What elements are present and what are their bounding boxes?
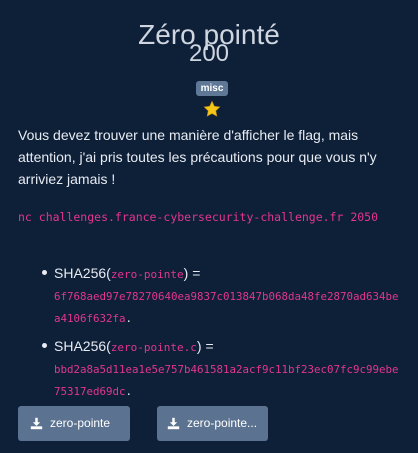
challenge-points: 200	[188, 40, 230, 67]
bullet-icon	[42, 270, 47, 275]
download-label: zero-pointe...	[187, 416, 258, 430]
hash-prefix: SHA256(	[54, 265, 111, 281]
hash-prefix: SHA256(	[54, 338, 111, 354]
hash-list: SHA256(zero-pointe) = 6f768aed97e7827064…	[40, 262, 410, 408]
download-button-binary[interactable]: zero-pointe	[18, 406, 130, 441]
hash-suffix: ) =	[196, 338, 214, 354]
hash-value: 6f768aed97e78270640ea9837c013847b068da48…	[54, 290, 399, 325]
hash-item: SHA256(zero-pointe) = 6f768aed97e7827064…	[40, 262, 410, 330]
download-label: zero-pointe	[50, 416, 111, 430]
hash-suffix: ) =	[183, 265, 201, 281]
category-badge: misc	[196, 81, 228, 96]
download-icon	[167, 417, 180, 430]
hash-end: .	[125, 312, 133, 325]
hash-value: bbd2a8a5d11ea1e5e757b461581a2acf9c11bf23…	[54, 363, 399, 398]
challenge-description: Vous devez trouver une manière d'affiche…	[18, 127, 377, 187]
connection-command: nc challenges.france-cybersecurity-chall…	[18, 210, 379, 224]
download-button-source[interactable]: zero-pointe...	[157, 406, 268, 441]
hash-end: .	[125, 385, 133, 398]
hash-filename: zero-pointe	[110, 268, 184, 281]
hash-filename: zero-pointe.c	[110, 341, 197, 354]
bullet-icon	[42, 343, 47, 348]
download-icon	[30, 417, 43, 430]
hash-item: SHA256(zero-pointe.c) = bbd2a8a5d11ea1e5…	[40, 335, 410, 403]
star-icon	[203, 100, 221, 117]
